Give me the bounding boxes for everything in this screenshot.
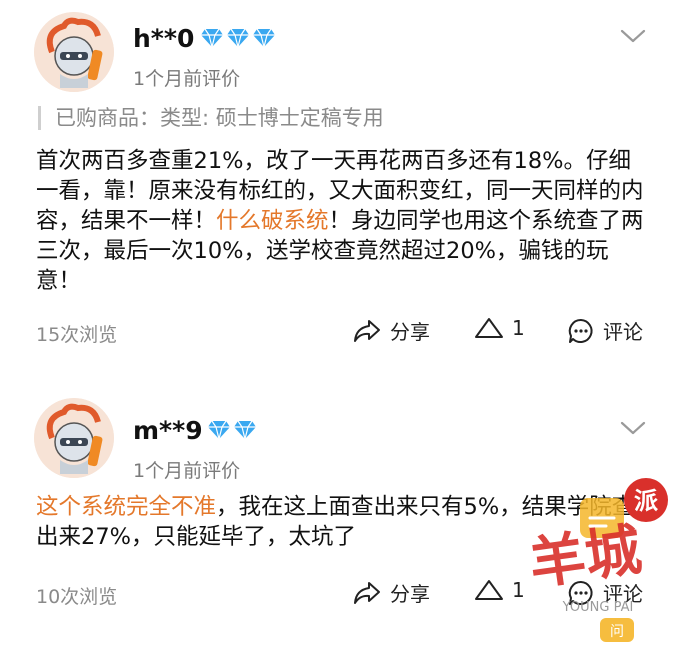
review-content: 首次两百多查重21%，改了一天再花两百多还有18%。仔细一看，靠！原来没有标红的… [36, 146, 648, 296]
avatar[interactable] [34, 398, 114, 478]
review-card: h**0 1个月前评价 已购商品：类型: 硕士博士定稿专用 首次两百多查重21%… [0, 0, 674, 375]
comment-bubble-icon [568, 580, 593, 605]
share-label: 分享 [390, 582, 430, 606]
chevron-down-icon[interactable] [620, 28, 646, 44]
like-button[interactable]: 1 [474, 578, 525, 602]
like-triangle-icon [475, 318, 503, 338]
highlighted-keyword[interactable]: 什么破系统 [216, 208, 329, 234]
avatar-mascot-icon [34, 398, 114, 478]
like-button[interactable]: 1 [474, 316, 525, 340]
comment-button[interactable]: 评论 [567, 578, 643, 607]
diamond-icon [207, 420, 231, 440]
share-button[interactable]: 分享 [352, 578, 430, 607]
like-count: 1 [512, 578, 525, 602]
review-time: 1个月前评价 [133, 460, 241, 482]
diamond-icon [233, 420, 257, 440]
like-triangle-icon [475, 580, 503, 600]
review-time: 1个月前评价 [133, 68, 241, 90]
purchased-product: 已购商品：类型: 硕士博士定稿专用 [38, 106, 384, 130]
user-level-badges [207, 420, 257, 440]
chevron-down-icon[interactable] [620, 420, 646, 436]
avatar-mascot-icon [34, 12, 114, 92]
diamond-icon [226, 28, 250, 48]
review-content: 这个系统完全不准，我在这上面查出来只有5%，结果学院查出来27%，只能延毕了，太… [36, 492, 648, 552]
diamond-icon [252, 28, 276, 48]
comment-bubble-icon [568, 318, 593, 343]
share-icon [354, 319, 380, 342]
view-count: 10次浏览 [36, 586, 118, 608]
username: m**9 [133, 416, 203, 445]
share-button[interactable]: 分享 [352, 316, 430, 345]
review-card: m**9 1个月前评价 这个系统完全不准，我在这上面查出来只有5%，结果学院查出… [0, 390, 674, 647]
like-count: 1 [512, 316, 525, 340]
diamond-icon [200, 28, 224, 48]
share-icon [354, 581, 380, 604]
view-count: 15次浏览 [36, 324, 118, 346]
comment-label: 评论 [603, 320, 643, 344]
comment-label: 评论 [603, 582, 643, 606]
user-level-badges [200, 28, 276, 48]
highlighted-keyword[interactable]: 这个系统完全不准 [36, 494, 216, 520]
username: h**0 [133, 24, 195, 53]
share-label: 分享 [390, 320, 430, 344]
comment-button[interactable]: 评论 [567, 316, 643, 345]
avatar[interactable] [34, 12, 114, 92]
